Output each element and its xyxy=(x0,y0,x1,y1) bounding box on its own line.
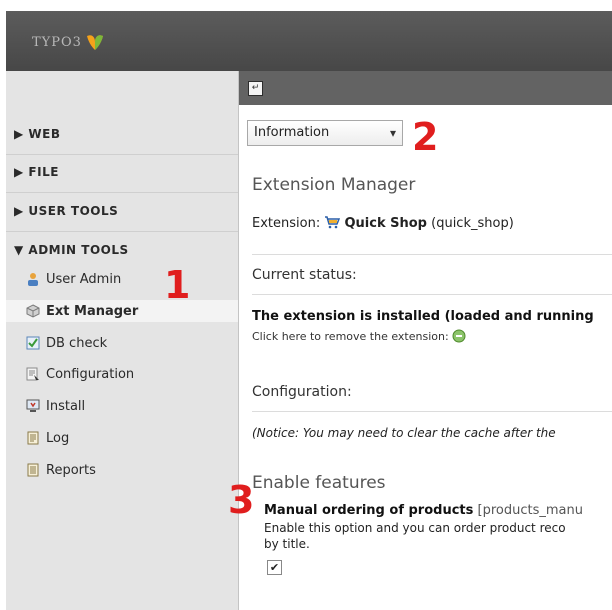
configuration-icon xyxy=(26,367,40,381)
sidebar-item-user-admin[interactable]: User Admin xyxy=(26,268,121,290)
current-status-heading: Current status: xyxy=(252,267,357,283)
sidebar-item-configuration[interactable]: Configuration xyxy=(26,363,134,385)
module-file[interactable]: ▶ FILE xyxy=(14,165,59,179)
module-menu: ▶ WEB ▶ FILE ▶ USER TOOLS ▼ ADMIN TOOLS … xyxy=(6,71,239,610)
ext-manager-icon xyxy=(26,304,40,318)
reports-icon xyxy=(26,463,40,477)
features-heading: Enable features xyxy=(252,473,386,493)
remove-extension-icon[interactable] xyxy=(452,329,466,343)
divider xyxy=(6,154,238,155)
user-admin-icon xyxy=(26,272,40,286)
sidebar-item-label: Ext Manager xyxy=(46,303,139,319)
feature-description: Enable this option and you can order pro… xyxy=(264,521,566,535)
extension-line: Extension: Quick Shop (quick_shop) xyxy=(252,215,514,231)
sidebar-item-label: Reports xyxy=(46,462,96,478)
divider xyxy=(252,411,612,412)
typo3-backend-window: TYPO3 ▶ WEB ▶ FILE ▶ USER TOOLS ▼ ADMIN … xyxy=(6,11,612,610)
sidebar-item-db-check[interactable]: DB check xyxy=(26,332,107,354)
feature-description-cont: by title. xyxy=(264,537,310,551)
top-bar: TYPO3 xyxy=(6,11,612,71)
sidebar-item-label: Install xyxy=(46,398,86,414)
typo3-logo-icon xyxy=(86,35,103,50)
divider xyxy=(6,192,238,193)
sidebar-item-install[interactable]: Install xyxy=(26,395,85,417)
doc-header: ↵ xyxy=(239,71,612,105)
dropdown-arrow-icon: ▾ xyxy=(389,126,396,140)
divider xyxy=(252,294,612,295)
module-admin-tools[interactable]: ▼ ADMIN TOOLS xyxy=(14,243,129,257)
feature-key: [products_manu xyxy=(477,503,583,518)
sidebar-item-label: User Admin xyxy=(46,271,122,287)
status-text: The extension is installed (loaded and r… xyxy=(252,309,594,324)
sidebar-item-label: Log xyxy=(46,430,70,446)
annotation-marker-1: 1 xyxy=(164,263,191,307)
configuration-heading: Configuration: xyxy=(252,384,352,400)
select-value: Information xyxy=(254,125,330,140)
sidebar-item-log[interactable]: Log xyxy=(26,427,69,449)
annotation-marker-2: 2 xyxy=(412,115,439,159)
module-web[interactable]: ▶ WEB xyxy=(14,127,61,141)
sidebar-item-label: DB check xyxy=(46,335,108,351)
typo3-logo[interactable]: TYPO3 xyxy=(32,31,105,53)
log-icon xyxy=(26,431,40,445)
extension-key: (quick_shop) xyxy=(431,216,514,231)
remove-text: Click here to remove the extension: xyxy=(252,330,453,343)
return-icon[interactable]: ↵ xyxy=(248,81,263,96)
sidebar-item-label: Configuration xyxy=(46,366,135,382)
function-menu-select[interactable]: Information ▾ xyxy=(247,120,403,146)
sidebar-item-reports[interactable]: Reports xyxy=(26,459,96,481)
annotation-marker-3: 3 xyxy=(228,478,255,522)
cache-notice: (Notice: You may need to clear the cache… xyxy=(252,426,556,440)
divider xyxy=(6,231,238,232)
divider xyxy=(252,254,612,255)
extension-name: Quick Shop xyxy=(344,216,427,231)
feature-title: Manual ordering of products xyxy=(264,503,474,518)
logo-text: TYPO3 xyxy=(32,34,82,50)
module-user-tools[interactable]: ▶ USER TOOLS xyxy=(14,204,118,218)
shopping-cart-icon xyxy=(325,216,341,229)
install-icon xyxy=(26,399,40,413)
extension-prefix: Extension: xyxy=(252,216,325,231)
manual-ordering-checkbox[interactable]: ✔ xyxy=(267,560,282,575)
feature-title-line: Manual ordering of products [products_ma… xyxy=(264,503,583,518)
page-title: Extension Manager xyxy=(252,175,416,195)
sidebar-item-ext-manager[interactable]: Ext Manager xyxy=(6,300,238,322)
remove-extension-line[interactable]: Click here to remove the extension: xyxy=(252,329,466,343)
db-check-icon xyxy=(26,336,40,350)
